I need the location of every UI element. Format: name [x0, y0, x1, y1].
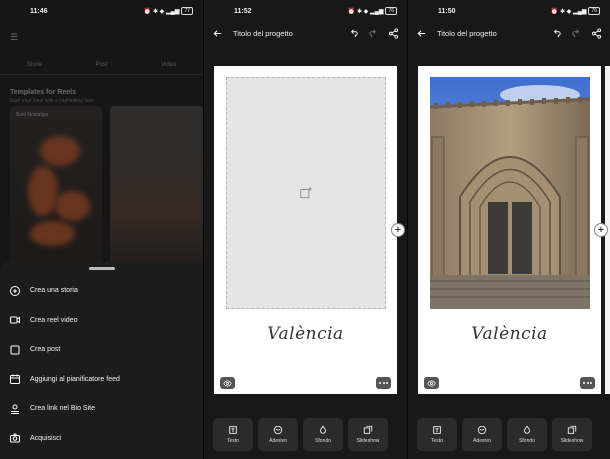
text-box-icon — [433, 426, 441, 434]
tabs-bar: Storie Post Video — [0, 52, 203, 75]
add-image-icon — [300, 187, 312, 199]
tool-label: Sfondo — [519, 438, 535, 444]
menu-item-label: Crea post — [30, 346, 61, 354]
tab-storie: Storie — [26, 62, 43, 68]
tool-sfondo[interactable]: Sfondo — [303, 418, 343, 451]
drop-icon — [320, 425, 326, 434]
status-icons: ⏰ ✱ ◆ ▂▄▆ 76 — [551, 7, 600, 15]
signature-text[interactable]: València — [214, 324, 397, 344]
editor-toolbar: Titolo del progetto — [204, 22, 407, 44]
menu-item-pianificatore[interactable]: Aggiungi al pianificatore feed — [0, 365, 203, 395]
redo-icon[interactable] — [571, 28, 582, 39]
cathedral-photo[interactable] — [430, 77, 590, 309]
tool-label: Testo — [227, 438, 239, 444]
more-options-icon[interactable] — [580, 377, 595, 389]
share-icon[interactable] — [388, 27, 399, 39]
undo-icon[interactable] — [551, 28, 562, 39]
square-icon — [10, 345, 20, 355]
back-arrow-icon[interactable] — [212, 28, 223, 39]
template-tag: Bold Nostalgia — [16, 112, 49, 118]
status-time: 11:46 — [30, 7, 48, 15]
calendar-icon — [10, 374, 20, 385]
share-icon[interactable] — [591, 27, 602, 39]
menu-item-label: Crea reel video — [30, 316, 78, 324]
sheet-handle[interactable] — [88, 267, 115, 270]
tool-slideshow[interactable]: Slideshow — [552, 418, 592, 451]
sticker-icon — [477, 425, 487, 435]
tool-label: Testo — [431, 438, 443, 444]
templates-title: Templates for Reels — [10, 89, 77, 96]
image-placeholder[interactable] — [226, 77, 386, 309]
status-time: 11:52 — [234, 7, 252, 15]
menu-icon: ☰ — [10, 31, 19, 42]
eye-icon[interactable] — [424, 377, 439, 389]
drop-icon — [524, 425, 530, 434]
editor-screen-photo: 11:50 ⏰ ✱ ◆ ▂▄▆ 76 Titolo del progetto V… — [408, 0, 610, 459]
design-canvas[interactable]: València — [214, 66, 397, 394]
status-icons: ⏰ ✱ ◆ ▂▄▆ 76 — [348, 7, 397, 15]
status-icons: ⏰ ✱ ◆ ▂▄▆ 77 — [144, 7, 193, 15]
create-bottom-sheet: Crea una storia Crea reel video Crea pos… — [0, 262, 203, 459]
sticker-icon — [273, 425, 283, 435]
battery-icon: 76 — [385, 7, 397, 15]
menu-item-crea-reel[interactable]: Crea reel video — [0, 306, 203, 336]
editor-toolbar: Titolo del progetto — [408, 22, 610, 44]
add-page-button[interactable]: + — [594, 223, 608, 237]
slideshow-icon — [363, 425, 373, 434]
template-card: Bold Nostalgia — [10, 106, 102, 266]
tool-testo[interactable]: Testo — [213, 418, 253, 451]
add-page-button[interactable]: + — [391, 223, 405, 237]
menu-item-crea-storia[interactable]: Crea una storia — [0, 276, 203, 306]
tool-slideshow[interactable]: Slideshow — [348, 418, 388, 451]
menu-item-label: Crea link nel Bio Site — [30, 405, 95, 413]
tool-label: Sfondo — [315, 438, 331, 444]
menu-item-acquisisci[interactable]: Acquisisci — [0, 424, 203, 454]
battery-icon: 76 — [588, 7, 600, 15]
tool-adesivo[interactable]: Adesivo — [462, 418, 502, 451]
menu-item-label: Acquisisci — [30, 434, 62, 442]
status-bar: 11:46 ⏰ ✱ ◆ ▂▄▆ 77 — [0, 0, 203, 22]
status-bar: 11:50 ⏰ ✱ ◆ ▂▄▆ 76 — [408, 0, 610, 22]
status-time: 11:50 — [438, 7, 456, 15]
tool-label: Adesivo — [269, 438, 287, 444]
menu-item-label: Crea una storia — [30, 287, 78, 295]
camera-icon — [10, 433, 20, 443]
editor-screen-empty: 11:52 ⏰ ✱ ◆ ▂▄▆ 76 Titolo del progetto V… — [204, 0, 407, 459]
menu-item-label: Aggiungi al pianificatore feed — [30, 375, 120, 383]
create-menu-screen: 11:46 ⏰ ✱ ◆ ▂▄▆ 77 ☰ Storie Post Video T… — [0, 0, 203, 459]
text-box-icon — [229, 426, 237, 434]
add-circle-icon — [10, 285, 20, 296]
eye-icon[interactable] — [220, 377, 235, 389]
tools-bar: Testo Adesivo Sfondo Slideshow — [417, 418, 592, 451]
menu-item-crea-post[interactable]: Crea post — [0, 335, 203, 365]
template-card — [110, 106, 203, 266]
more-options-icon[interactable] — [376, 377, 391, 389]
video-camera-icon — [10, 316, 20, 324]
design-canvas[interactable]: València — [418, 66, 601, 394]
back-arrow-icon[interactable] — [416, 28, 427, 39]
project-title[interactable]: Titolo del progetto — [437, 29, 497, 38]
tools-bar: Testo Adesivo Sfondo Slideshow — [213, 418, 388, 451]
tool-label: Slideshow — [560, 438, 584, 444]
tool-sfondo[interactable]: Sfondo — [507, 418, 547, 451]
status-bar: 11:52 ⏰ ✱ ◆ ▂▄▆ 76 — [204, 0, 407, 22]
battery-icon: 77 — [181, 7, 193, 15]
slideshow-icon — [567, 425, 577, 434]
menu-item-bio-site[interactable]: Crea link nel Bio Site — [0, 394, 203, 424]
signature-text[interactable]: València — [418, 324, 601, 344]
undo-icon[interactable] — [348, 28, 359, 39]
redo-icon[interactable] — [368, 28, 379, 39]
tool-testo[interactable]: Testo — [417, 418, 457, 451]
project-title[interactable]: Titolo del progetto — [233, 29, 293, 38]
tool-label: Slideshow — [356, 438, 380, 444]
tool-label: Adesivo — [473, 438, 491, 444]
templates-subtitle: Start your Reel with a captivating look — [10, 98, 94, 104]
tab-post: Post — [95, 62, 108, 68]
tab-video: Video — [161, 62, 177, 68]
tool-adesivo[interactable]: Adesivo — [258, 418, 298, 451]
person-link-icon — [11, 404, 19, 414]
